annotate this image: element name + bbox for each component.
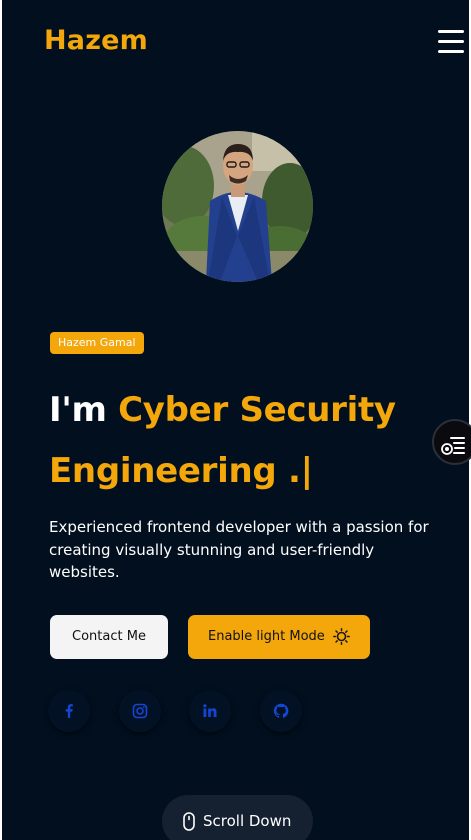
linkedin-link[interactable] [189,690,231,732]
instagram-link[interactable] [119,690,161,732]
left-edge [0,0,2,840]
instagram-icon [132,703,148,719]
profile-photo [162,131,313,282]
name-badge: Hazem Gamal [50,332,144,354]
scroll-down-button[interactable]: Scroll Down [162,795,313,840]
light-mode-label: Enable light Mode [208,629,325,644]
portfolio-page: Hazem Hazem Gamal I'm Cyber Security Eng… [0,0,471,840]
hero-description: Experienced frontend developer with a pa… [49,518,429,581]
facebook-link[interactable] [48,690,90,732]
hamburger-menu-icon[interactable] [438,30,464,54]
scroll-down-label: Scroll Down [203,812,292,830]
github-icon [273,703,289,718]
facebook-icon [65,704,73,718]
enable-light-mode-button[interactable]: Enable light Mode [188,615,370,659]
linkedin-icon [203,704,217,717]
site-logo[interactable]: Hazem [44,25,148,56]
github-link[interactable] [260,690,302,732]
user-list-icon[interactable] [432,419,471,465]
hero-headline: I'm Cyber Security Engineering .| [49,380,449,502]
headline-prefix: I'm [49,390,119,430]
contact-me-button[interactable]: Contact Me [50,615,168,659]
sun-icon [333,628,350,645]
mouse-icon [183,812,195,831]
